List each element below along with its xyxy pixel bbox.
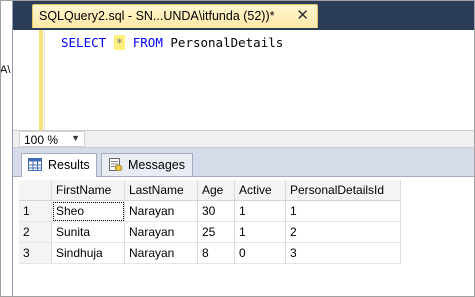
results-tab-strip: Results Messages xyxy=(13,148,475,177)
table-row[interactable]: 2 Sunita Narayan 25 1 2 xyxy=(19,221,401,243)
cell-personaldetailsid[interactable]: 2 xyxy=(285,221,401,243)
chevron-down-icon[interactable]: ▼ xyxy=(71,133,80,143)
results-pane: Results Messages FirstName LastName Age … xyxy=(13,148,475,297)
object-explorer-edge: A\ xyxy=(0,0,13,297)
column-header-active[interactable]: Active xyxy=(234,180,286,201)
cell-active[interactable]: 0 xyxy=(234,242,286,264)
select-star: * xyxy=(113,35,126,50)
editor-margin-line xyxy=(44,30,45,130)
tab-results-label: Results xyxy=(48,158,90,172)
tab-sqlquery2[interactable]: SQLQuery2.sql - SN...UNDA\itfunda (52))*… xyxy=(32,4,318,28)
change-tracking-bar xyxy=(39,30,43,130)
column-header-firstname[interactable]: FirstName xyxy=(51,180,125,201)
query-text[interactable]: SELECT * FROM PersonalDetails xyxy=(61,35,283,50)
zoom-dropdown[interactable]: 100 % ▼ xyxy=(19,131,85,147)
row-number[interactable]: 2 xyxy=(19,221,52,243)
cell-firstname[interactable]: Sheo xyxy=(51,200,125,222)
tab-messages-label: Messages xyxy=(128,158,185,172)
keyword-from: FROM xyxy=(132,35,163,50)
cell-age[interactable]: 25 xyxy=(197,221,235,243)
header-row: FirstName LastName Age Active PersonalDe… xyxy=(19,180,401,201)
keyword-select: SELECT xyxy=(61,35,107,50)
horizontal-scrollbar[interactable] xyxy=(91,135,471,143)
messages-icon xyxy=(108,158,122,172)
cell-lastname[interactable]: Narayan xyxy=(124,200,198,222)
zoom-value: 100 % xyxy=(24,133,59,147)
cell-age[interactable]: 30 xyxy=(197,200,235,222)
cell-personaldetailsid[interactable]: 3 xyxy=(285,242,401,264)
cell-active[interactable]: 1 xyxy=(234,200,286,222)
tab-messages[interactable]: Messages xyxy=(101,153,193,176)
cell-active[interactable]: 1 xyxy=(234,221,286,243)
cell-firstname[interactable]: Sindhuja xyxy=(51,242,125,264)
table-row[interactable]: 3 Sindhuja Narayan 8 0 3 xyxy=(19,242,401,264)
document-tab-strip: SQLQuery2.sql - SN...UNDA\itfunda (52))*… xyxy=(13,0,475,30)
row-number[interactable]: 1 xyxy=(19,200,52,222)
grid-corner[interactable] xyxy=(19,180,52,201)
table-row[interactable]: 1 Sheo Narayan 30 1 1 xyxy=(19,200,401,222)
cell-firstname[interactable]: Sunita xyxy=(51,221,125,243)
column-header-age[interactable]: Age xyxy=(197,180,235,201)
close-icon[interactable]: ✕ xyxy=(296,7,309,25)
cell-age[interactable]: 8 xyxy=(197,242,235,264)
grid-icon xyxy=(28,158,42,171)
zoom-bar: 100 % ▼ xyxy=(13,130,475,148)
results-grid[interactable]: FirstName LastName Age Active PersonalDe… xyxy=(19,180,459,295)
row-number[interactable]: 3 xyxy=(19,242,52,264)
cell-personaldetailsid[interactable]: 1 xyxy=(285,200,401,222)
cell-lastname[interactable]: Narayan xyxy=(124,221,198,243)
tab-results[interactable]: Results xyxy=(21,153,97,177)
document-tab-title: SQLQuery2.sql - SN...UNDA\itfunda (52))* xyxy=(39,9,275,23)
results-table[interactable]: FirstName LastName Age Active PersonalDe… xyxy=(19,180,401,264)
query-editor[interactable]: SELECT * FROM PersonalDetails xyxy=(13,30,475,130)
explorer-fragment-text: A\ xyxy=(0,64,11,76)
table-name: PersonalDetails xyxy=(170,35,284,50)
column-header-personaldetailsid[interactable]: PersonalDetailsId xyxy=(285,180,401,201)
cell-lastname[interactable]: Narayan xyxy=(124,242,198,264)
column-header-lastname[interactable]: LastName xyxy=(124,180,198,201)
